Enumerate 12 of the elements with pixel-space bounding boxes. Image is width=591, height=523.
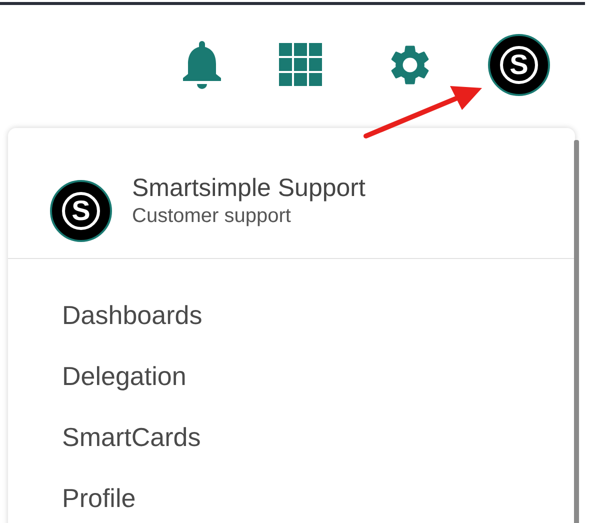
apps-grid-icon[interactable] [279, 43, 323, 87]
avatar[interactable]: S [50, 180, 112, 242]
avatar[interactable]: S [488, 34, 550, 96]
user-role: Customer support [132, 205, 292, 228]
scrollbar[interactable] [574, 140, 579, 523]
avatar-letter: S [62, 192, 100, 230]
user-name: Smartsimple Support [132, 174, 366, 203]
menu-item[interactable]: SmartCards [62, 419, 201, 480]
menu-item[interactable]: Profile [62, 480, 136, 523]
menu-item[interactable]: Delegation [62, 358, 186, 419]
menu-item[interactable]: Dashboards [62, 297, 202, 358]
avatar-letter: S [500, 46, 538, 84]
